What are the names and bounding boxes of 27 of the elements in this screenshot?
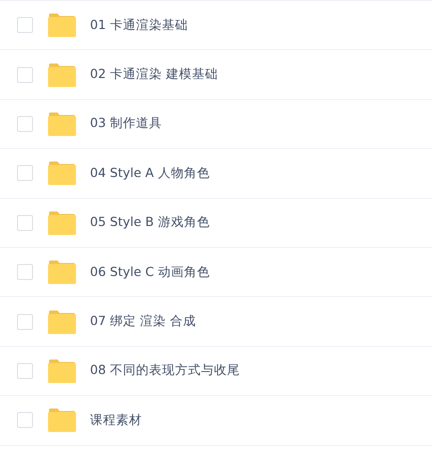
folder-icon [48, 408, 76, 432]
folder-name[interactable]: 01 卡通渲染基础 [90, 16, 188, 34]
checkbox[interactable] [17, 116, 33, 132]
folder-icon [48, 260, 76, 284]
folder-icon [48, 210, 76, 235]
folder-icon [48, 161, 76, 186]
folder-icon [48, 62, 76, 87]
checkbox[interactable] [17, 412, 33, 428]
checkbox[interactable] [17, 66, 33, 83]
folder-name[interactable]: 06 Style C 动画角色 [90, 264, 210, 281]
checkbox[interactable] [17, 17, 33, 34]
folder-icon [48, 310, 76, 334]
folder-name[interactable]: 05 Style B 游戏角色 [90, 214, 210, 232]
folder-name[interactable]: 08 不同的表现方式与收尾 [90, 362, 240, 380]
folder-icon [48, 112, 76, 136]
folder-icon [48, 13, 76, 38]
folder-name[interactable]: 07 绑定 渲染 合成 [90, 313, 196, 330]
checkbox[interactable] [17, 214, 33, 231]
folder-name[interactable]: 04 Style A 人物角色 [90, 164, 210, 182]
folder-icon [48, 358, 76, 383]
checkbox[interactable] [17, 362, 33, 379]
checkbox[interactable] [17, 165, 33, 182]
checkbox[interactable] [17, 264, 33, 280]
checkbox[interactable] [17, 314, 33, 330]
folder-name[interactable]: 课程素材 [90, 412, 142, 429]
folder-name[interactable]: 02 卡通渲染 建模基础 [90, 66, 218, 84]
folder-name[interactable]: 03 制作道具 [90, 115, 162, 132]
